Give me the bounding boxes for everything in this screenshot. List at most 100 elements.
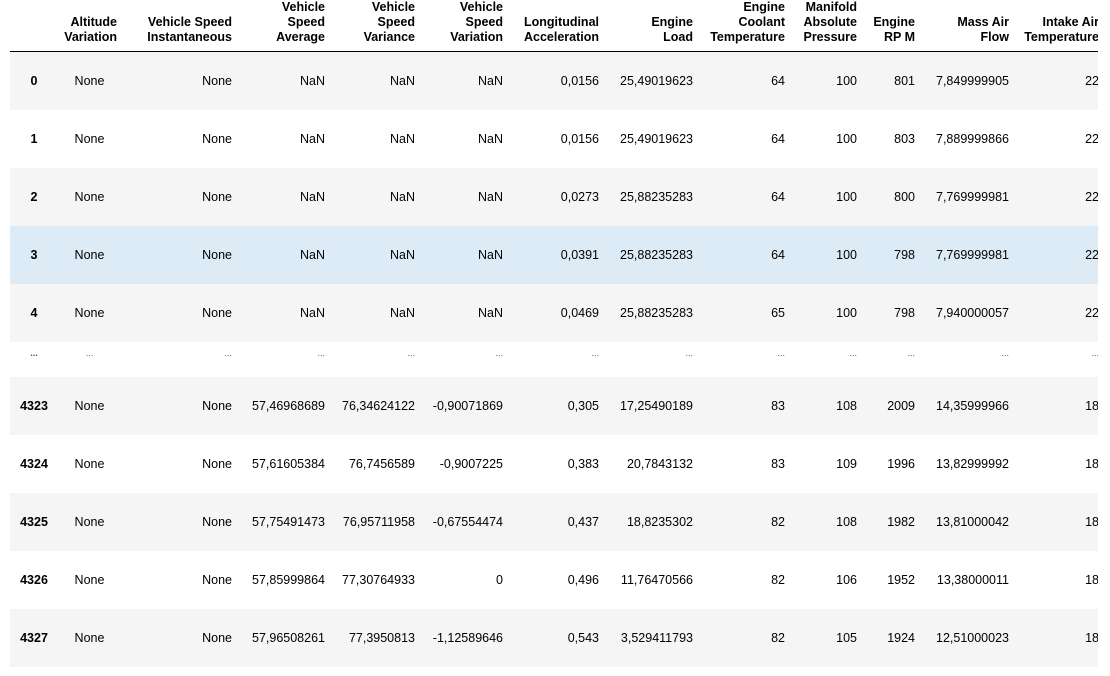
column-header-vs_variation[interactable]: Vehicle Speed Variation xyxy=(419,0,507,52)
cell-coolant: 64 xyxy=(771,74,785,88)
cell-rpm: 798 xyxy=(894,248,915,262)
table-row[interactable]: 4324 None None 57,61605384 76,7456589 -0,9007… xyxy=(10,435,1098,493)
cell-long_acc: 0,0273 xyxy=(560,190,599,204)
cell-coolant: 65 xyxy=(771,306,785,320)
cell-maf: 12,51000023 xyxy=(936,631,1009,645)
cell-map: 100 xyxy=(836,306,857,320)
cell-vs_variance: NaN xyxy=(389,132,415,146)
cell-vs_variance: NaN xyxy=(389,306,415,320)
column-header-iat[interactable]: Intake Air Temperature xyxy=(1013,0,1098,52)
table-row[interactable]: 1 None None NaN NaN NaN 0,0156 25,49019623 64 100… xyxy=(10,110,1098,168)
cell-iat: 18 xyxy=(1085,631,1098,645)
cell-rpm: 798 xyxy=(894,306,915,320)
cell-iat: 22 xyxy=(1085,74,1098,88)
page-edge xyxy=(1098,0,1110,676)
cell-vs_avg: 57,85999864 xyxy=(252,573,325,587)
ellipsis-row[interactable]: ....................................... xyxy=(10,342,1098,377)
table-row[interactable]: 4323 None None 57,46968689 76,34624122 -0,900… xyxy=(10,377,1098,435)
row-index: 3 xyxy=(30,248,38,262)
column-header-long_acc[interactable]: Longitudinal Acceleration xyxy=(507,0,603,52)
cell-maf: 7,940000057 xyxy=(936,306,1009,320)
column-header-vs_inst[interactable]: Vehicle Speed Instantaneous xyxy=(121,0,236,52)
cell-long_acc: 0,0156 xyxy=(560,74,599,88)
cell-vs_avg: NaN xyxy=(299,74,325,88)
cell-vs_inst: None xyxy=(202,248,232,262)
cell-rpm: 1982 xyxy=(887,515,915,529)
cell-vs_inst: None xyxy=(202,74,232,88)
cell-vs_avg: 57,96508261 xyxy=(252,631,325,645)
column-header-rpm[interactable]: Engine RP M xyxy=(861,0,919,52)
row-index: 4326 xyxy=(20,573,48,587)
cell-eng_load: 3,529411793 xyxy=(620,631,693,645)
cell-alt_var: None xyxy=(74,132,105,146)
row-index: 4324 xyxy=(20,457,48,471)
cell-vs_avg: NaN xyxy=(299,306,325,320)
cell-vs_variance: 77,30764933 xyxy=(342,573,415,587)
cell-alt_var: ... xyxy=(85,348,94,358)
cell-long_acc: 0,437 xyxy=(567,515,599,529)
cell-eng_load: 25,49019623 xyxy=(620,74,693,88)
cell-vs_variance: 76,95711958 xyxy=(342,515,415,529)
cell-map: 100 xyxy=(836,132,857,146)
cell-long_acc: 0,496 xyxy=(567,573,599,587)
cell-eng_load: 18,8235302 xyxy=(626,515,693,529)
column-header-coolant[interactable]: Engine Coolant Temperature xyxy=(697,0,789,52)
cell-maf: 13,38000011 xyxy=(936,573,1009,587)
table-row[interactable]: 0 None None NaN NaN NaN 0,0156 25,49019623 64 100… xyxy=(10,51,1098,110)
cell-vs_inst: ... xyxy=(224,348,232,358)
column-header-map[interactable]: Manifold Absolute Pressure xyxy=(789,0,861,52)
cell-iat: 22 xyxy=(1085,190,1098,204)
cell-vs_avg: NaN xyxy=(299,132,325,146)
table-row[interactable]: 2 None None NaN NaN NaN 0,0273 25,88235283 64 100… xyxy=(10,168,1098,226)
cell-vs_avg: 57,75491473 xyxy=(252,515,325,529)
cell-vs_variation: -1,12589646 xyxy=(432,631,503,645)
cell-iat: 18 xyxy=(1085,515,1098,529)
cell-map: 108 xyxy=(836,399,857,413)
table-row[interactable]: 4326 None None 57,85999864 77,30764933 0 0,496… xyxy=(10,551,1098,609)
cell-eng_load: 25,88235283 xyxy=(620,306,693,320)
column-header-alt_var[interactable]: Altitude Variation xyxy=(58,0,121,52)
column-header-eng_load[interactable]: Engine Load xyxy=(603,0,697,52)
cell-vs_variation: -0,90071869 xyxy=(432,399,503,413)
cell-coolant: 82 xyxy=(771,631,785,645)
cell-long_acc: 0,543 xyxy=(567,631,599,645)
cell-coolant: ... xyxy=(777,348,785,358)
cell-rpm: 800 xyxy=(894,190,915,204)
table-row[interactable]: 4327 None None 57,96508261 77,3950813 -1,1258… xyxy=(10,609,1098,667)
cell-coolant: 64 xyxy=(771,248,785,262)
cell-vs_variation: -0,67554474 xyxy=(432,515,503,529)
cell-vs_variance: ... xyxy=(407,348,415,358)
cell-coolant: 82 xyxy=(771,573,785,587)
cell-map: 109 xyxy=(836,457,857,471)
cell-maf: 14,35999966 xyxy=(936,399,1009,413)
column-header-vs_avg[interactable]: Vehicle Speed Average xyxy=(236,0,329,52)
cell-vs_variation: NaN xyxy=(477,248,503,262)
cell-map: 105 xyxy=(836,631,857,645)
cell-vs_variance: NaN xyxy=(389,248,415,262)
row-index: 1 xyxy=(30,132,38,146)
table-row[interactable]: 3 None None NaN NaN NaN 0,0391 25,88235283 64 100… xyxy=(10,226,1098,284)
cell-maf: 13,82999992 xyxy=(936,457,1009,471)
cell-vs_variation: NaN xyxy=(477,74,503,88)
cell-coolant: 83 xyxy=(771,399,785,413)
cell-long_acc: 0,0469 xyxy=(560,306,599,320)
cell-vs_inst: None xyxy=(202,631,232,645)
cell-rpm: 1924 xyxy=(887,631,915,645)
cell-maf: 7,769999981 xyxy=(936,248,1009,262)
column-header-vs_variance[interactable]: Vehicle Speed Variance xyxy=(329,0,419,52)
column-header-maf[interactable]: Mass Air Flow xyxy=(919,0,1013,52)
cell-vs_inst: None xyxy=(202,457,232,471)
cell-vs_variation: ... xyxy=(495,348,503,358)
cell-coolant: 83 xyxy=(771,457,785,471)
cell-eng_load: 20,7843132 xyxy=(626,457,693,471)
cell-map: 100 xyxy=(836,190,857,204)
cell-alt_var: None xyxy=(74,399,105,413)
cell-alt_var: None xyxy=(74,248,105,262)
column-header-index[interactable] xyxy=(10,0,58,52)
table-row[interactable]: 4325 None None 57,75491473 76,95711958 -0,675… xyxy=(10,493,1098,551)
table-row[interactable]: 4 None None NaN NaN NaN 0,0469 25,88235283 65 100… xyxy=(10,284,1098,342)
cell-maf: ... xyxy=(1001,348,1009,358)
cell-maf: 7,769999981 xyxy=(936,190,1009,204)
cell-vs_variance: NaN xyxy=(389,74,415,88)
cell-vs_inst: None xyxy=(202,515,232,529)
